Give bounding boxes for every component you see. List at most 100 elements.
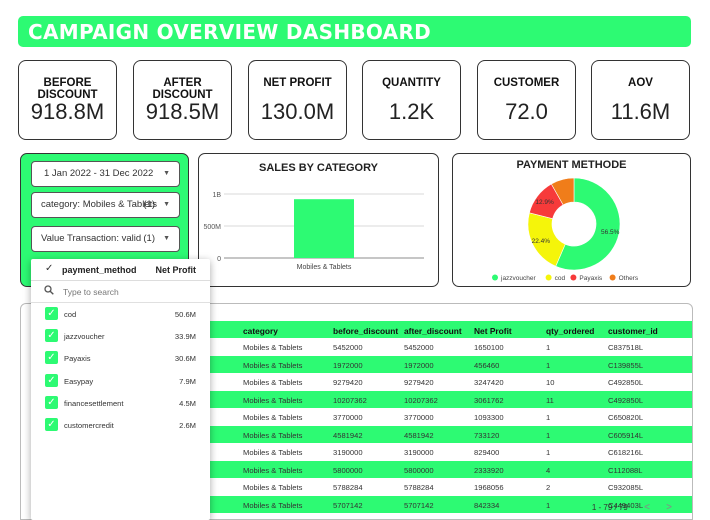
table-cell: 2333920 [474, 465, 504, 475]
dropdown-option-easypay[interactable]: ✓ Easypay 7.9M [31, 370, 210, 392]
kpi-value: 11.6M [610, 99, 671, 124]
select-all-checkbox[interactable]: ✓ [45, 263, 53, 274]
table-cell: 1650100 [474, 343, 504, 352]
legend-label[interactable]: Others [619, 275, 639, 282]
dropdown-header: ✓ payment_method Net Profit [31, 259, 210, 281]
next-page-button[interactable]: > [666, 502, 672, 513]
table-cell: 1 [546, 360, 551, 370]
dropdown-option-cod[interactable]: ✓ cod 50.6M [31, 303, 210, 325]
table-cell: C492850L [608, 395, 644, 405]
table-cell: 842334 [474, 500, 500, 510]
y-tick-label: 500M [203, 224, 221, 231]
checkbox-checked-icon[interactable]: ✓ [45, 373, 58, 387]
value-filter-count: (1) [143, 233, 155, 244]
option-value: 33.9M [174, 332, 196, 342]
table-cell: 4 [546, 465, 551, 475]
payment-method-card: PAYMENT METHODE 56.5% 22.4% 12.9% jazzvouch… [452, 153, 691, 287]
search-placeholder: Type to search [63, 287, 119, 297]
checkbox-checked-icon[interactable]: ✓ [45, 418, 58, 431]
table-cell: 3190000 [404, 448, 434, 457]
category-filter-count: (1) [143, 199, 155, 210]
table-cell: 1 [546, 500, 551, 510]
legend-label[interactable]: cod [555, 275, 566, 282]
option-label: cod [64, 310, 77, 319]
table-cell: 829400 [474, 448, 500, 457]
dropdown-option-customercredit[interactable]: ✓ customercredit 2.6M [31, 414, 210, 436]
column-header[interactable]: qty_ordered [546, 326, 594, 336]
table-cell: Mobiles & Tablets [243, 465, 303, 475]
table-cell: 10 [546, 378, 555, 387]
legend-label[interactable]: Payaxis [579, 275, 603, 282]
dropdown-metric-label: Net Profit [155, 265, 197, 275]
date-range-text: 1 Jan 2022 - 31 Dec 2022 [44, 168, 154, 179]
table-cell: Mobiles & Tablets [243, 378, 303, 387]
table-cell: 1 [546, 413, 551, 422]
table-cell: 5800000 [404, 465, 434, 475]
value-transaction-filter[interactable]: Value Transaction: valid (1) ▼ [31, 226, 180, 252]
search-icon [44, 285, 54, 295]
checkbox-checked-icon[interactable]: ✓ [45, 395, 58, 409]
table-cell: 9279420 [333, 378, 363, 387]
dashboard-title-bar: CAMPAIGN OVERVIEW DASHBOARD [18, 16, 691, 47]
column-header[interactable]: Net Profit [474, 326, 512, 336]
legend-label[interactable]: jazzvoucher [500, 275, 537, 282]
table-cell: 9279420 [404, 378, 434, 387]
kpi-value: 918.5M [145, 99, 220, 124]
table-cell: C650820L [608, 413, 644, 422]
table-cell: C932085L [608, 483, 644, 492]
table-cell: 1 [546, 343, 551, 352]
table-cell: C605914L [608, 430, 644, 440]
checkbox-checked-icon[interactable]: ✓ [45, 329, 58, 343]
kpi-value: 130.0M [260, 99, 335, 124]
option-value: 30.6M [174, 354, 196, 364]
checkbox-checked-icon[interactable]: ✓ [45, 351, 58, 365]
kpi-value: 918.8M [30, 99, 105, 124]
kpi-value: 72.0 [505, 99, 548, 124]
column-header[interactable]: category [243, 326, 278, 336]
table-cell: 1972000 [333, 360, 363, 370]
checkbox-checked-icon[interactable]: ✓ [45, 307, 58, 320]
table-cell: 3190000 [333, 448, 363, 457]
table-cell: 10207362 [333, 395, 367, 405]
table-cell: 2 [546, 483, 551, 492]
table-cell: 10207362 [404, 395, 438, 405]
table-cell: C837518L [608, 343, 644, 352]
table-cell: Mobiles & Tablets [243, 448, 303, 457]
dropdown-option-payaxis[interactable]: ✓ Payaxis 30.6M [31, 347, 210, 369]
kpi-value: 1.2K [388, 99, 435, 124]
legend-swatch [545, 274, 552, 281]
date-range-control[interactable]: 1 Jan 2022 - 31 Dec 2022 ▼ [31, 161, 180, 187]
table-cell: 5800000 [333, 465, 363, 475]
option-value: 4.5M [179, 398, 196, 408]
table-cell: C492850L [608, 378, 644, 387]
kpi-card-customer: CUSTOMER 72.0 [477, 60, 576, 140]
dropdown-search[interactable]: Type to search [31, 281, 210, 303]
dropdown-option-financesettlement[interactable]: ✓ financesettlement 4.5M [31, 392, 210, 414]
table-cell: 5452000 [404, 343, 434, 352]
table-cell: 5788284 [404, 483, 434, 492]
category-filter[interactable]: category: Mobiles & Tablets (1) ▼ [31, 192, 180, 218]
kpi-label: AFTER DISCOUNT [152, 77, 213, 101]
table-cell: 4581942 [404, 430, 434, 440]
option-label: Payaxis [64, 354, 91, 364]
dropdown-field-label: payment_method [62, 265, 137, 275]
table-cell: 5788284 [333, 483, 363, 492]
slice-percent-label: 22.4% [532, 238, 551, 245]
pagination-text: 1 - 79 / 79 [591, 503, 628, 512]
bar[interactable] [294, 199, 354, 258]
kpi-card-quantity: QUANTITY 1.2K [362, 60, 461, 140]
column-header[interactable]: after_discount [404, 326, 462, 336]
kpi-card-before-discount: BEFORE DISCOUNT 918.8M [18, 60, 117, 140]
x-tick-label: Mobiles & Tablets [297, 264, 352, 271]
page-title: CAMPAIGN OVERVIEW DASHBOARD [28, 20, 432, 44]
table-cell: Mobiles & Tablets [243, 483, 303, 492]
column-header[interactable]: customer_id [608, 326, 658, 336]
table-cell: C139855L [608, 360, 644, 370]
dropdown-option-jazzvoucher[interactable]: ✓ jazzvoucher 33.9M [31, 325, 210, 347]
sales-bar-chart: 1B 500M 0 Mobiles & Tablets [203, 192, 424, 271]
legend-swatch [609, 274, 616, 281]
slice-percent-label: 12.9% [535, 199, 554, 206]
column-header[interactable]: before_discount [333, 326, 398, 336]
prev-page-button[interactable]: < [644, 502, 650, 513]
table-cell: C618216L [608, 448, 644, 457]
